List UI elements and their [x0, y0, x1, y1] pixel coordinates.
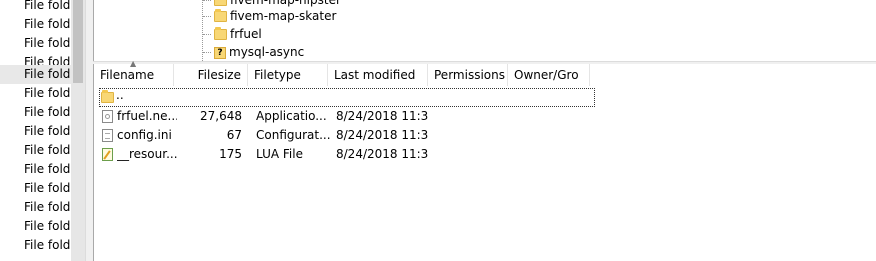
file-name: frfuel.ne... [117, 109, 177, 123]
application-file-icon [102, 110, 113, 123]
file-modified: 8/24/2018 11:3... [336, 128, 428, 142]
column-header-filetype[interactable]: Filetype [248, 64, 328, 86]
parent-directory-row[interactable]: .. [99, 88, 595, 107]
local-list-item-selected[interactable]: File folde [0, 65, 71, 84]
filetype-label: File folde [24, 67, 71, 81]
local-list-scrollbar[interactable] [71, 0, 85, 261]
local-list-item[interactable]: File folde [0, 122, 71, 141]
filetype-label: File folde [24, 124, 71, 138]
file-size: 27,648 [200, 109, 242, 123]
local-list-item[interactable]: File folde [0, 179, 71, 198]
file-row[interactable]: config.ini 67 Configurat... 8/24/2018 11… [94, 126, 594, 145]
local-list-item[interactable]: File folde [0, 198, 71, 217]
local-list-item[interactable]: File folde [0, 141, 71, 160]
filetype-label: File folde [24, 86, 71, 100]
local-list-item[interactable]: File folde [0, 34, 71, 53]
local-file-list[interactable]: File folde File folde File folde File fo… [0, 0, 71, 261]
file-size: 175 [219, 147, 242, 161]
config-file-icon [102, 129, 113, 142]
tree-item-fivem-map-skater[interactable]: fivem-map-skater [203, 7, 339, 25]
tree-item-label: mysql-async [229, 45, 305, 59]
column-header-last-modified[interactable]: Last modified [328, 64, 428, 86]
local-list-item[interactable]: File folde [0, 84, 71, 103]
filetype-label: File folde [24, 105, 71, 119]
filetype-label: File folde [24, 143, 71, 157]
tree-connector [203, 34, 211, 35]
tree-connector [203, 16, 211, 17]
file-type: Applicatio... [256, 109, 327, 123]
column-header-filesize[interactable]: Filesize [174, 64, 248, 86]
local-list-item[interactable]: File folde [0, 236, 71, 255]
folder-icon [101, 90, 114, 103]
folder-icon [214, 0, 227, 6]
local-list-item[interactable]: File folde [0, 0, 71, 15]
filetype-label: File folde [24, 162, 71, 176]
tree-connector [203, 52, 211, 53]
lua-file-icon [102, 148, 113, 161]
folder-icon [214, 27, 227, 40]
file-type: Configurat... [256, 128, 330, 142]
tree-item-frfuel[interactable]: frfuel [203, 25, 265, 43]
local-list-item[interactable]: File folde [0, 217, 71, 236]
local-list-item[interactable]: File folde [0, 160, 71, 179]
file-name: __resour... [117, 147, 177, 161]
column-header-row: ▲ Filename Filesize Filetype Last modifi… [94, 59, 876, 86]
tree-item-label: fivem-map-skater [230, 9, 337, 23]
scrollbar-thumb[interactable] [73, 0, 83, 83]
column-header-owner-group[interactable]: Owner/Gro [508, 64, 590, 86]
file-name: config.ini [117, 128, 172, 142]
tree-connector [203, 0, 211, 1]
parent-directory-label: .. [116, 88, 124, 102]
file-modified: 8/24/2018 11:3... [336, 147, 428, 161]
file-row[interactable]: __resour... 175 LUA File 8/24/2018 11:3.… [94, 145, 594, 164]
column-header-filename[interactable]: Filename [94, 64, 174, 86]
filetype-label: File folde [24, 0, 71, 12]
file-modified: 8/24/2018 11:3... [336, 109, 428, 123]
file-row[interactable]: frfuel.ne... 27,648 Applicatio... 8/24/2… [94, 107, 594, 126]
remote-directory-tree[interactable]: fivem-map-hipster fivem-map-skater frfue… [93, 0, 876, 61]
filetype-label: File folde [24, 200, 71, 214]
filetype-label: File folde [24, 219, 71, 233]
filetype-label: File folde [24, 17, 71, 31]
file-size: 67 [226, 128, 242, 142]
column-header-permissions[interactable]: Permissions [428, 64, 508, 86]
tree-item-label: frfuel [227, 26, 265, 42]
filetype-label: File folde [24, 36, 71, 50]
folder-icon [214, 9, 227, 22]
local-list-item[interactable]: File folde [0, 15, 71, 34]
tree-item-mysql-async[interactable]: ? mysql-async [203, 43, 307, 61]
filetype-label: File folde [24, 181, 71, 195]
local-list-item[interactable]: File folde [0, 103, 71, 122]
remote-file-list[interactable]: ▲ Filename Filesize Filetype Last modifi… [93, 59, 876, 261]
file-type: LUA File [256, 147, 303, 161]
unknown-folder-icon: ? [214, 46, 226, 59]
filetype-label: File folde [24, 238, 71, 252]
pane-splitter[interactable] [85, 0, 93, 261]
